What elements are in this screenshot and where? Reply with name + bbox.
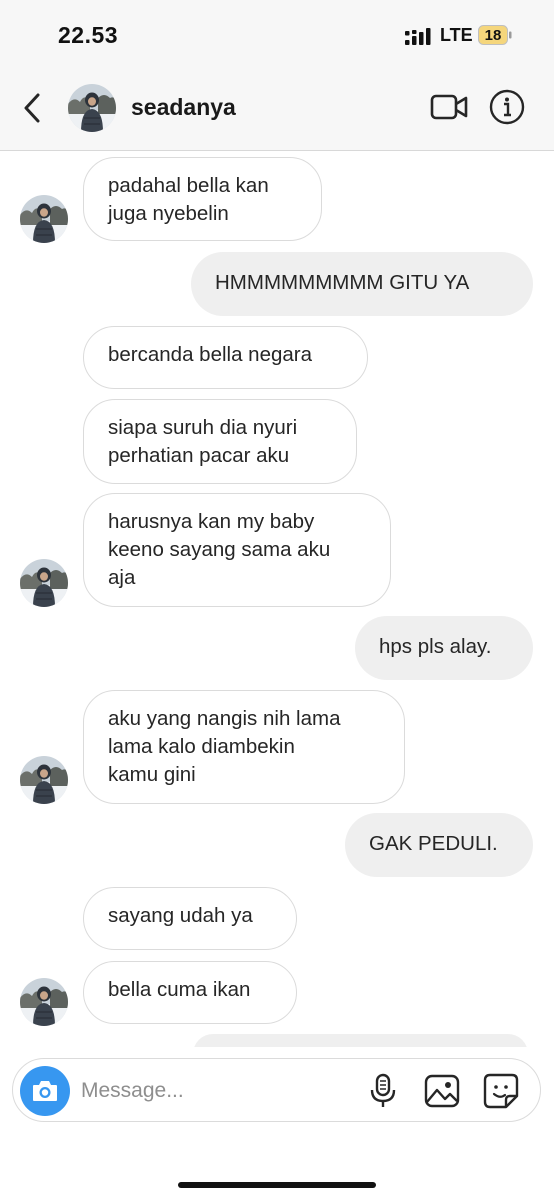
message-bubble-incoming[interactable]: bella cuma ikan — [83, 961, 297, 1024]
contact-avatar[interactable] — [68, 84, 116, 132]
message-composer — [12, 1058, 541, 1122]
sender-avatar[interactable] — [20, 978, 68, 1026]
sender-avatar[interactable] — [20, 195, 68, 243]
contact-username[interactable]: seadanya — [131, 94, 236, 121]
camera-icon[interactable] — [20, 1066, 70, 1116]
message-bubble-incoming[interactable]: aku yang nangis nih lama lama kalo diamb… — [83, 690, 405, 804]
message-bubble-outgoing-partial[interactable] — [193, 1034, 528, 1047]
cellular-signal-icon — [405, 28, 431, 45]
sticker-icon[interactable] — [482, 1072, 520, 1110]
home-indicator[interactable] — [178, 1182, 376, 1188]
chevron-left-icon[interactable] — [18, 90, 48, 126]
message-bubble-incoming[interactable]: harusnya kan my baby keeno sayang sama a… — [83, 493, 391, 607]
message-bubble-incoming[interactable]: padahal bella kan juga nyebelin — [83, 157, 322, 241]
message-bubble-incoming[interactable]: bercanda bella negara — [83, 326, 368, 389]
message-thread[interactable]: padahal bella kan juga nyebelin HMMMMMMM… — [0, 151, 554, 1047]
video-camera-icon[interactable] — [430, 92, 468, 122]
message-bubble-incoming[interactable]: siapa suruh dia nyuri perhatian pacar ak… — [83, 399, 357, 484]
image-icon[interactable] — [423, 1073, 461, 1109]
network-type: LTE — [440, 25, 473, 45]
message-bubble-outgoing[interactable]: GAK PEDULI. — [345, 813, 533, 877]
sender-avatar[interactable] — [20, 756, 68, 804]
message-input[interactable] — [79, 1073, 353, 1109]
sender-avatar[interactable] — [20, 559, 68, 607]
message-bubble-outgoing[interactable]: HMMMMMMMMM GITU YA — [191, 252, 533, 316]
microphone-icon[interactable] — [368, 1073, 398, 1109]
chat-header: seadanya — [0, 72, 554, 151]
message-bubble-incoming[interactable]: sayang udah ya — [83, 887, 297, 950]
info-icon[interactable] — [489, 89, 525, 125]
battery-level: 18 — [484, 27, 502, 44]
status-time: 22.53 — [58, 22, 119, 48]
message-bubble-outgoing[interactable]: hps pls alay. — [355, 616, 533, 680]
status-bar: 22.53 LTE 18 — [0, 0, 554, 72]
